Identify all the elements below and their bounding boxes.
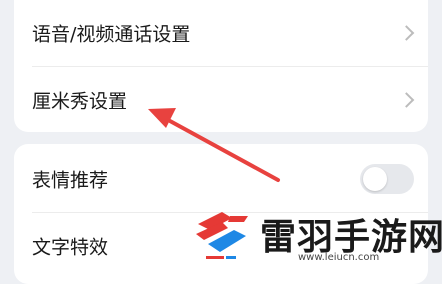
row-voice-video-call-settings[interactable]: 语音/视频通话设置 (14, 0, 428, 66)
emoji-recommend-toggle[interactable] (360, 164, 414, 194)
row-label: 语音/视频通话设置 (32, 23, 191, 46)
row-label: 厘米秀设置 (32, 90, 128, 113)
toggle-knob (363, 167, 387, 191)
chevron-right-icon (398, 25, 415, 41)
row-label: 文字特效 (32, 236, 109, 259)
watermark: 雷羽手游网 www.leiucn.com (188, 200, 442, 270)
watermark-url: www.leiucn.com (298, 252, 380, 263)
settings-card-top: 语音/视频通话设置 厘米秀设置 (14, 0, 428, 132)
row-label: 表情推荐 (32, 169, 109, 192)
watermark-logo-icon (196, 212, 248, 259)
row-cmshow-settings[interactable]: 厘米秀设置 (14, 67, 428, 132)
chevron-right-icon (398, 92, 415, 108)
